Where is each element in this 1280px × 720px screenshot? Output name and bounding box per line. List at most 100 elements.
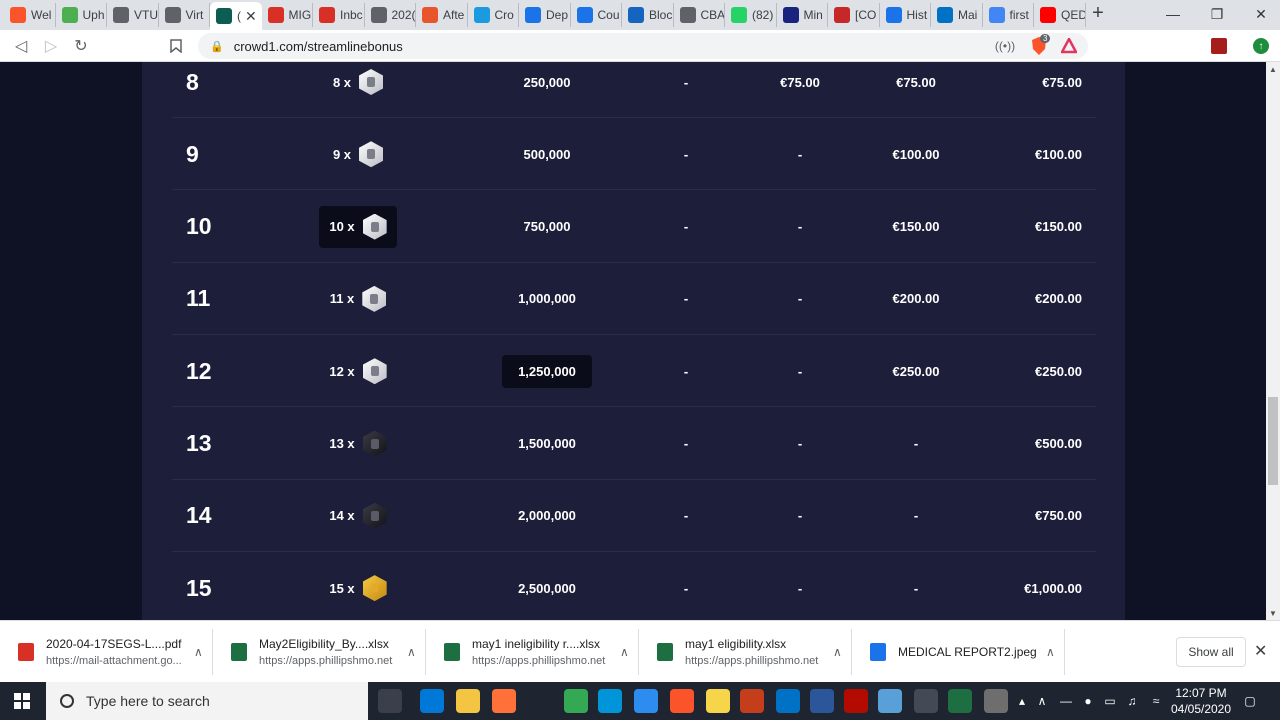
acrobat-icon[interactable] xyxy=(844,689,868,713)
browser-tab[interactable]: Wel xyxy=(4,3,56,27)
page-scrollbar[interactable]: ▲ ▼ xyxy=(1266,62,1280,620)
scrollbar-thumb[interactable] xyxy=(1268,397,1278,485)
browser-tab[interactable]: Bloc xyxy=(622,3,674,27)
excel-icon[interactable] xyxy=(948,689,972,713)
firefox-icon[interactable] xyxy=(492,689,516,713)
browser-tab[interactable]: Cou xyxy=(571,3,622,27)
edge-icon[interactable] xyxy=(420,689,444,713)
download-item[interactable]: may1 eligibility.xlsx https://apps.philli… xyxy=(639,629,852,675)
media-cast-icon[interactable]: ((•)) xyxy=(995,36,1015,56)
tab-label: (82) xyxy=(752,8,774,22)
powerpoint-icon[interactable] xyxy=(740,689,764,713)
task-view-icon[interactable] xyxy=(378,689,402,713)
browser-tab[interactable]: Dep xyxy=(519,3,571,27)
battery-icon[interactable]: ▭ xyxy=(1101,682,1119,720)
browser-tab[interactable]: Hist xyxy=(880,3,931,27)
tablet-app-icon[interactable] xyxy=(878,689,902,713)
scroll-up-icon[interactable]: ▲ xyxy=(1266,62,1280,76)
download-item[interactable]: 2020-04-17SEGS-L....pdf https://mail-atta… xyxy=(0,629,213,675)
download-item[interactable]: May2Eligibility_By....xlsx https://apps.p… xyxy=(213,629,426,675)
browser-tab[interactable]: Virt xyxy=(159,3,210,27)
show-hidden-icons[interactable]: ∧ xyxy=(1033,682,1051,720)
badge-count: 14 x xyxy=(329,508,355,524)
brave-icon[interactable] xyxy=(670,689,694,713)
browser-tab[interactable]: Mai xyxy=(931,3,983,27)
browser-tab[interactable]: Afte xyxy=(416,3,468,27)
bookmark-button[interactable] xyxy=(165,35,187,57)
close-window-button[interactable]: ✕ xyxy=(1238,0,1280,28)
browser-tab[interactable]: Cro xyxy=(468,3,519,27)
update-button[interactable]: ↑ xyxy=(1252,36,1270,56)
taskbar-clock[interactable]: 12:07 PM 04/05/2020 xyxy=(1168,685,1234,717)
volume-icon[interactable]: ♫ xyxy=(1123,682,1141,720)
calculator-icon[interactable] xyxy=(914,689,938,713)
notification-icon[interactable]: ▢ xyxy=(1241,682,1259,720)
download-text: May2Eligibility_By....xlsx https://apps.p… xyxy=(259,637,397,667)
outlook-icon[interactable] xyxy=(776,689,800,713)
browser-tab[interactable]: (✕ xyxy=(210,2,262,30)
show-all-downloads-button[interactable]: Show all xyxy=(1176,637,1246,667)
silver-badge-icon xyxy=(359,141,384,168)
silver-badge-icon xyxy=(362,285,387,312)
download-text: may1 ineligibility r....xlsx https://apps… xyxy=(472,637,610,667)
download-options-chevron-icon[interactable]: ∧ xyxy=(407,645,416,659)
taskbar-scroll-icon[interactable]: ▴ xyxy=(1013,682,1031,720)
gold-badge-icon xyxy=(362,575,387,602)
brave-shields-button[interactable]: 3 xyxy=(1028,34,1051,56)
file-explorer-icon[interactable] xyxy=(456,689,480,713)
points-cell: 2,000,000 xyxy=(502,480,592,552)
forward-button[interactable]: ▷ xyxy=(40,35,62,57)
close-download-shelf-icon[interactable]: ✕ xyxy=(1254,641,1267,661)
calculator-network-icon[interactable] xyxy=(598,689,622,713)
download-text: may1 eligibility.xlsx https://apps.philli… xyxy=(685,637,823,667)
points-cell: 2,500,000 xyxy=(502,552,592,620)
browser-tab[interactable]: Uph xyxy=(56,3,107,27)
sticky-notes-icon[interactable] xyxy=(706,689,730,713)
chrome-icon[interactable] xyxy=(564,689,588,713)
browser-tab[interactable]: Inbc xyxy=(313,3,365,27)
wifi-icon[interactable]: ≈ xyxy=(1147,682,1165,720)
microphone-icon[interactable]: ● xyxy=(1079,682,1097,720)
brave-rewards-button[interactable] xyxy=(1060,36,1078,56)
start-button[interactable] xyxy=(0,682,44,720)
download-options-chevron-icon[interactable]: ∧ xyxy=(194,645,203,659)
pdf-extension-button[interactable] xyxy=(1210,36,1228,56)
browser-tab[interactable]: (82) xyxy=(725,3,777,27)
download-item[interactable]: may1 ineligibility r....xlsx https://apps… xyxy=(426,629,639,675)
download-item[interactable]: MEDICAL REPORT2.jpeg ∧ xyxy=(852,629,1065,675)
address-bar[interactable]: 🔒 crowd1.com/streamlinebonus xyxy=(198,33,1088,59)
back-button[interactable]: ◁ xyxy=(10,35,32,57)
browser-tab[interactable]: [CO xyxy=(828,3,880,27)
pdf-extension-icon xyxy=(1211,38,1227,54)
download-options-chevron-icon[interactable]: ∧ xyxy=(1046,645,1055,659)
network-off-icon[interactable]: — xyxy=(1057,682,1075,720)
bonus-value: - xyxy=(683,363,689,379)
obs-icon[interactable] xyxy=(984,689,1008,713)
browser-tab[interactable]: first xyxy=(983,3,1034,27)
download-options-chevron-icon[interactable]: ∧ xyxy=(620,645,629,659)
browser-tab[interactable]: MIG xyxy=(262,3,313,27)
close-tab-icon[interactable]: ✕ xyxy=(245,8,257,25)
bonus-value: €200.00 xyxy=(1035,291,1082,307)
restore-button[interactable]: ❐ xyxy=(1194,0,1240,28)
minimize-button[interactable]: — xyxy=(1150,0,1196,28)
new-tab-button[interactable]: + xyxy=(1088,3,1108,24)
reload-button[interactable]: ↻ xyxy=(70,35,92,57)
browser-tab[interactable]: Min xyxy=(777,3,828,27)
download-options-chevron-icon[interactable]: ∧ xyxy=(833,645,842,659)
browser-tab[interactable]: VTU xyxy=(107,3,159,27)
youtube-icon xyxy=(1040,7,1056,23)
word-icon[interactable] xyxy=(810,689,834,713)
browser-tab[interactable]: 202( xyxy=(365,3,416,27)
table-row: 15 15 x 2,500,000 - - - €1,000.00 xyxy=(172,552,1096,620)
taskbar-search-box[interactable]: Type here to search xyxy=(46,682,368,720)
browser-tab[interactable]: CBA xyxy=(674,3,725,27)
badge-cell: 10 x xyxy=(310,191,406,263)
scroll-down-icon[interactable]: ▼ xyxy=(1266,606,1280,620)
badge-requirement: 10 x xyxy=(319,205,397,248)
xlsx-file-icon xyxy=(231,643,247,661)
table-row: 8 8 x 250,000 - €75.00 €75.00 €75.00 xyxy=(172,62,1096,118)
browser-tab[interactable]: QED xyxy=(1034,3,1086,27)
onedrive-icon[interactable] xyxy=(634,689,658,713)
points-value: 250,000 xyxy=(523,74,571,90)
